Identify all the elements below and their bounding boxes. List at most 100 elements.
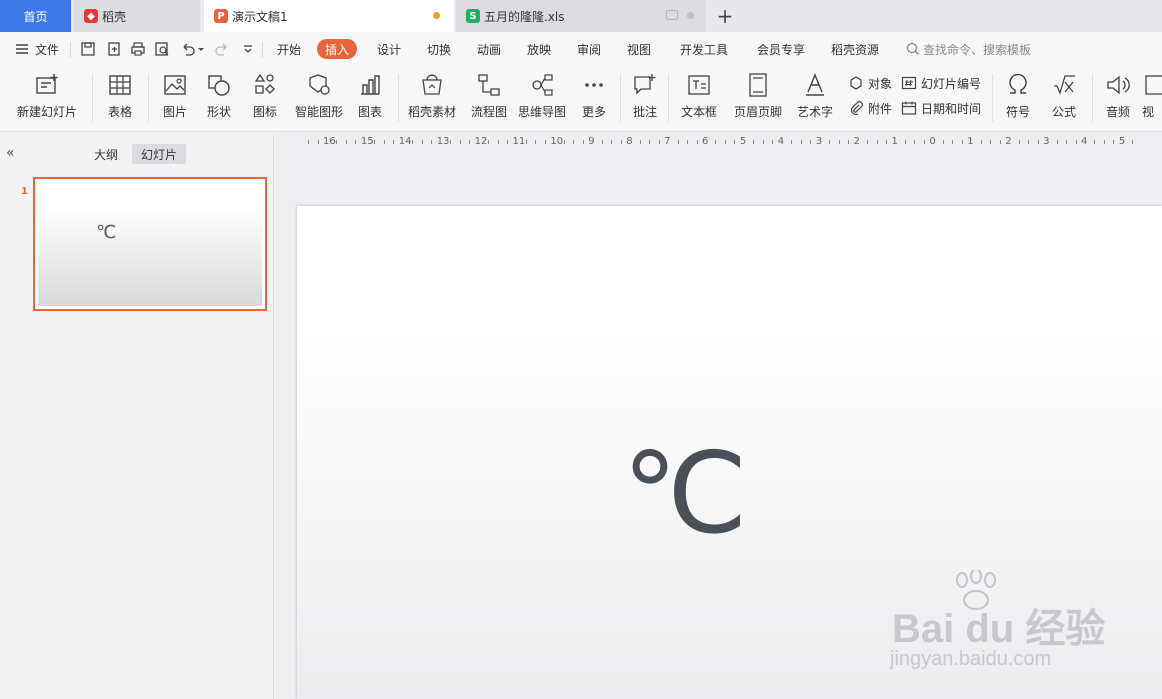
attachment-button[interactable]: 附件 — [848, 97, 892, 119]
formula-button[interactable]: 公式 — [1044, 66, 1084, 130]
more-button[interactable]: 更多 — [574, 66, 614, 130]
slide-thumbnail[interactable]: ℃ — [33, 177, 267, 311]
export-icon[interactable] — [106, 41, 122, 57]
shape-button[interactable]: 形状 — [199, 66, 239, 130]
ruler-label: 15 — [360, 136, 374, 147]
object-label: 对象 — [868, 76, 893, 91]
ruler-label: 11 — [512, 136, 526, 147]
tab-slides[interactable]: 幻灯片 — [132, 144, 187, 164]
ruler-tick — [867, 140, 869, 144]
undo-icon[interactable] — [180, 41, 196, 57]
file-menu[interactable]: 文件 — [14, 32, 59, 66]
menu-daoke-resources[interactable]: 稻壳资源 — [831, 32, 879, 66]
smart-shape-icon — [309, 74, 330, 95]
ruler-label: 9 — [588, 136, 595, 147]
tab-spreadsheet-label: 五月的隆隆.xls — [484, 9, 565, 24]
symbol-button[interactable]: 符号 — [998, 66, 1038, 130]
mindmap-label: 思维导图 — [517, 105, 566, 119]
picture-icon — [164, 75, 186, 95]
tab-daoke[interactable]: ◆ 稻壳 — [74, 0, 200, 32]
ruler-tick — [563, 140, 565, 144]
slide-text-celsius[interactable]: ℃ — [622, 438, 748, 550]
object-button[interactable]: 对象 — [848, 72, 892, 94]
tab-home[interactable]: 首页 — [0, 0, 71, 32]
table-button[interactable]: 表格 — [100, 66, 140, 130]
tab-close-dot-icon[interactable] — [687, 12, 694, 19]
redo-icon[interactable] — [214, 41, 230, 57]
ruler-tick — [355, 140, 357, 144]
ruler-tick — [450, 140, 452, 144]
daoke-icon: ◆ — [84, 9, 98, 23]
formula-icon — [1054, 75, 1075, 95]
menu-transition[interactable]: 切换 — [427, 32, 451, 66]
chart-button[interactable]: 图表 — [350, 66, 390, 130]
print-icon[interactable] — [130, 41, 146, 57]
menu-slideshow[interactable]: 放映 — [527, 32, 551, 66]
omega-icon — [1009, 73, 1027, 94]
ruler-tick — [459, 140, 461, 144]
ruler-tick — [687, 140, 689, 144]
ruler-tick — [715, 140, 717, 144]
menu-member-label: 会员专享 — [757, 42, 806, 57]
tab-home-label: 首页 — [23, 9, 48, 24]
menu-start[interactable]: 开始 — [277, 32, 301, 66]
smart-shape-label: 智能图形 — [294, 105, 343, 119]
flowchart-button[interactable]: 流程图 — [468, 66, 510, 130]
menu-view[interactable]: 视图 — [627, 32, 651, 66]
ruler-tick — [611, 140, 613, 144]
customize-toolbar-icon[interactable] — [240, 41, 256, 57]
smart-shape-button[interactable]: 智能图形 — [292, 66, 346, 130]
tab-outline-label: 大纲 — [94, 148, 119, 162]
ruler-tick — [990, 140, 992, 144]
menu-animation-label: 动画 — [477, 42, 502, 57]
menu-developer[interactable]: 开发工具 — [680, 32, 728, 66]
attachment-icon — [850, 101, 863, 116]
menu-design[interactable]: 设计 — [377, 32, 401, 66]
menu-insert[interactable]: 插入 — [317, 39, 358, 59]
ruler-tick — [677, 140, 679, 144]
video-button[interactable]: 视 — [1142, 66, 1162, 130]
tab-spreadsheet[interactable]: S 五月的隆隆.xls — [456, 0, 706, 32]
picture-button[interactable]: 图片 — [155, 66, 195, 130]
slide-number-icon — [901, 76, 917, 90]
new-slide-button[interactable]: 新建幻灯片 — [10, 66, 84, 130]
textbox-button[interactable]: 文本框 — [675, 66, 723, 130]
comment-button[interactable]: 批注 — [628, 66, 662, 130]
collapse-panel-icon[interactable]: « — [6, 145, 15, 161]
icon-button[interactable]: 图标 — [245, 66, 285, 130]
ruler-tick — [914, 140, 916, 144]
wordart-label: 艺术字 — [796, 105, 833, 119]
window-icon[interactable] — [666, 10, 678, 20]
ruler-label: 10 — [550, 136, 564, 147]
ruler-tick — [308, 140, 310, 144]
date-time-button[interactable]: 日期和时间 — [901, 97, 981, 119]
ruler-tick — [1028, 140, 1030, 144]
menu-design-label: 设计 — [377, 42, 402, 57]
menu-review[interactable]: 审阅 — [577, 32, 601, 66]
tab-bar: 首页 ◆ 稻壳 P 演示文稿1 S 五月的隆隆.xls + — [0, 0, 1162, 32]
menu-animation[interactable]: 动画 — [477, 32, 501, 66]
tab-outline[interactable]: 大纲 — [94, 146, 118, 163]
separator — [148, 74, 149, 122]
baidu-jingyan-watermark: Bai du 经验 jingyan.baidu.com — [888, 570, 1158, 680]
ruler-tick — [497, 140, 499, 144]
audio-button[interactable]: 音频 — [1098, 66, 1138, 130]
ruler-tick — [639, 140, 641, 144]
header-footer-button[interactable]: 页眉页脚 — [731, 66, 785, 130]
tab-presentation[interactable]: P 演示文稿1 — [204, 0, 454, 32]
new-tab-button[interactable]: + — [712, 3, 738, 29]
print-preview-icon[interactable] — [154, 41, 170, 57]
command-search[interactable]: 查找命令、搜索模板 — [906, 32, 1031, 66]
menu-member[interactable]: 会员专享 — [757, 32, 805, 66]
ruler-label: 3 — [1043, 136, 1050, 147]
save-icon[interactable] — [80, 41, 96, 57]
daoke-material-button[interactable]: 稻壳素材 — [406, 66, 458, 130]
slide-number-button[interactable]: 幻灯片编号 — [901, 72, 981, 94]
undo-dropdown-icon[interactable] — [197, 41, 205, 57]
ruler-tick — [838, 140, 840, 144]
menu-start-label: 开始 — [277, 42, 302, 57]
ruler-tick — [923, 140, 925, 144]
ruler-tick — [848, 140, 850, 144]
wordart-button[interactable]: 艺术字 — [792, 66, 838, 130]
mindmap-button[interactable]: 思维导图 — [516, 66, 568, 130]
